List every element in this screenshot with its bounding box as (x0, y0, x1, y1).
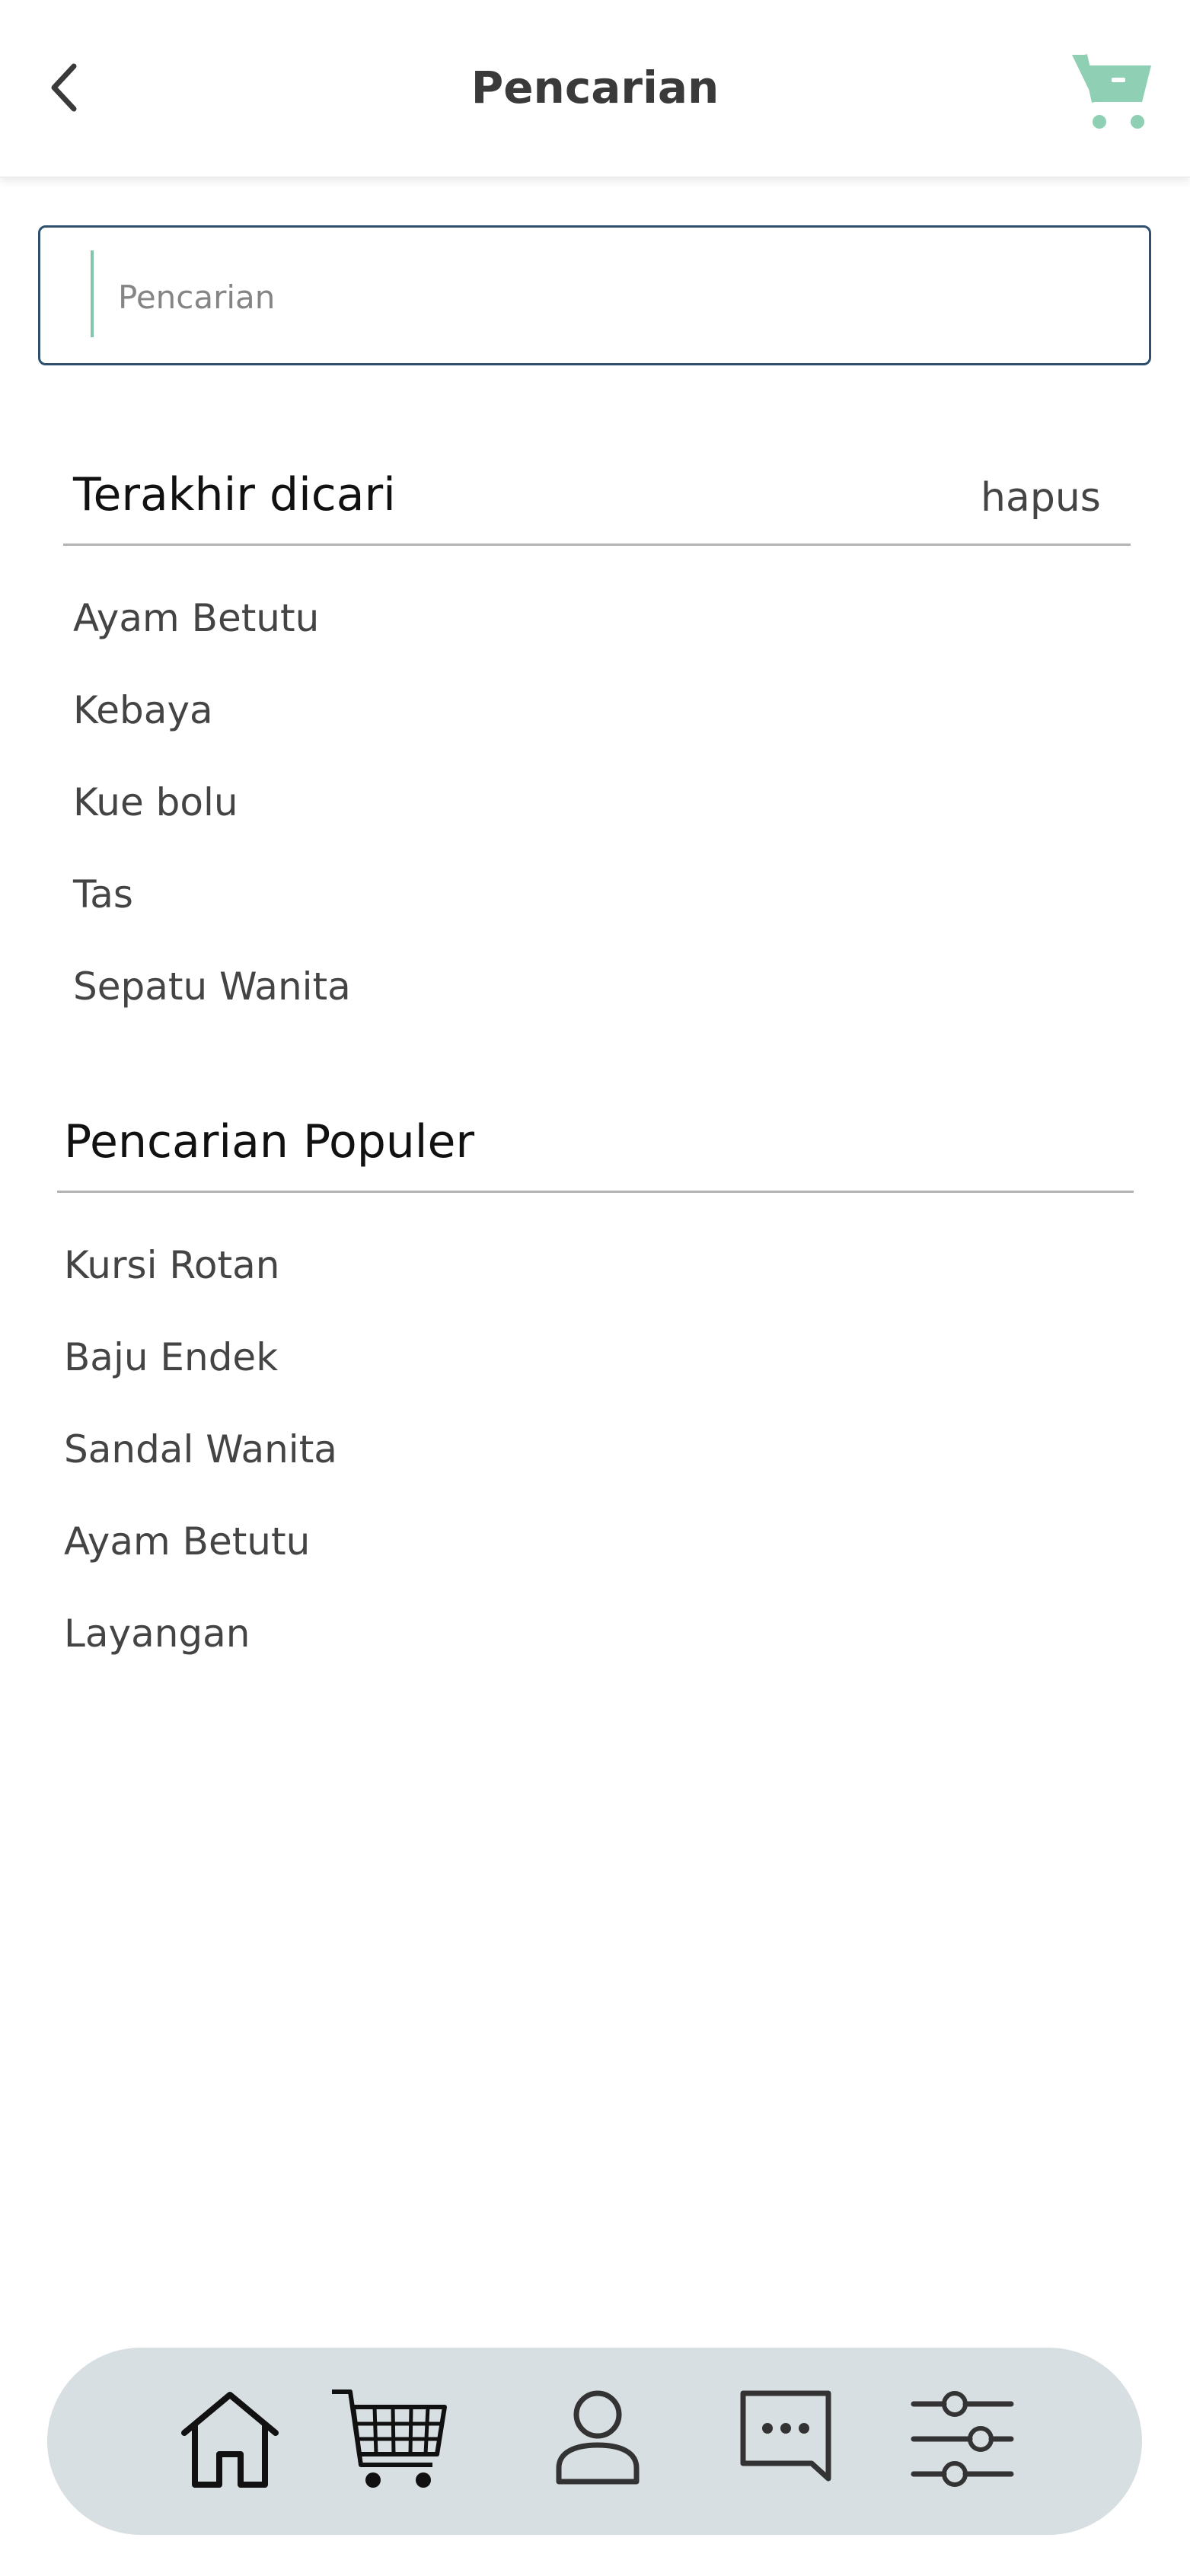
search-field[interactable] (38, 225, 1151, 365)
cart-icon (1072, 54, 1151, 129)
popular-search-item[interactable]: Kursi Rotan (64, 1235, 337, 1327)
nav-profile-button[interactable] (537, 2378, 659, 2500)
bottom-navigation (47, 2348, 1142, 2535)
page-title: Pencarian (471, 62, 719, 113)
sliders-icon (911, 2391, 1014, 2487)
home-icon (181, 2392, 279, 2488)
popular-search-item[interactable]: Ayam Betutu (64, 1511, 337, 1603)
popular-searches-list: Kursi Rotan Baju Endek Sandal Wanita Aya… (64, 1235, 337, 1695)
recent-divider (63, 544, 1131, 546)
nav-cart-button[interactable] (329, 2378, 451, 2500)
chat-icon (740, 2390, 831, 2482)
clear-history-link[interactable]: hapus (981, 467, 1101, 528)
popular-searches-title: Pencarian Populer (64, 1115, 475, 1168)
popular-search-item[interactable]: Layangan (64, 1603, 337, 1695)
recent-search-item[interactable]: Ayam Betutu (73, 588, 351, 680)
cart-button[interactable] (1062, 42, 1161, 141)
nav-home-button[interactable] (169, 2378, 291, 2500)
recent-search-item[interactable]: Kue bolu (73, 772, 351, 864)
text-caret (91, 250, 94, 337)
search-input[interactable] (116, 258, 1109, 336)
recent-search-item[interactable]: Tas (73, 864, 351, 956)
nav-chat-button[interactable] (725, 2378, 847, 2500)
popular-divider (57, 1191, 1134, 1193)
popular-search-item[interactable]: Baju Endek (64, 1327, 337, 1419)
popular-search-item[interactable]: Sandal Wanita (64, 1419, 337, 1511)
nav-settings-button[interactable] (901, 2378, 1023, 2500)
user-icon (556, 2390, 640, 2485)
recent-search-item[interactable]: Sepatu Wanita (73, 956, 351, 1048)
recent-searches-list: Ayam Betutu Kebaya Kue bolu Tas Sepatu W… (73, 588, 351, 1048)
app-header: Pencarian (0, 0, 1190, 177)
recent-searches-title: Terakhir dicari (73, 468, 396, 521)
recent-search-item[interactable]: Kebaya (73, 680, 351, 772)
shopping-cart-icon (332, 2389, 447, 2488)
